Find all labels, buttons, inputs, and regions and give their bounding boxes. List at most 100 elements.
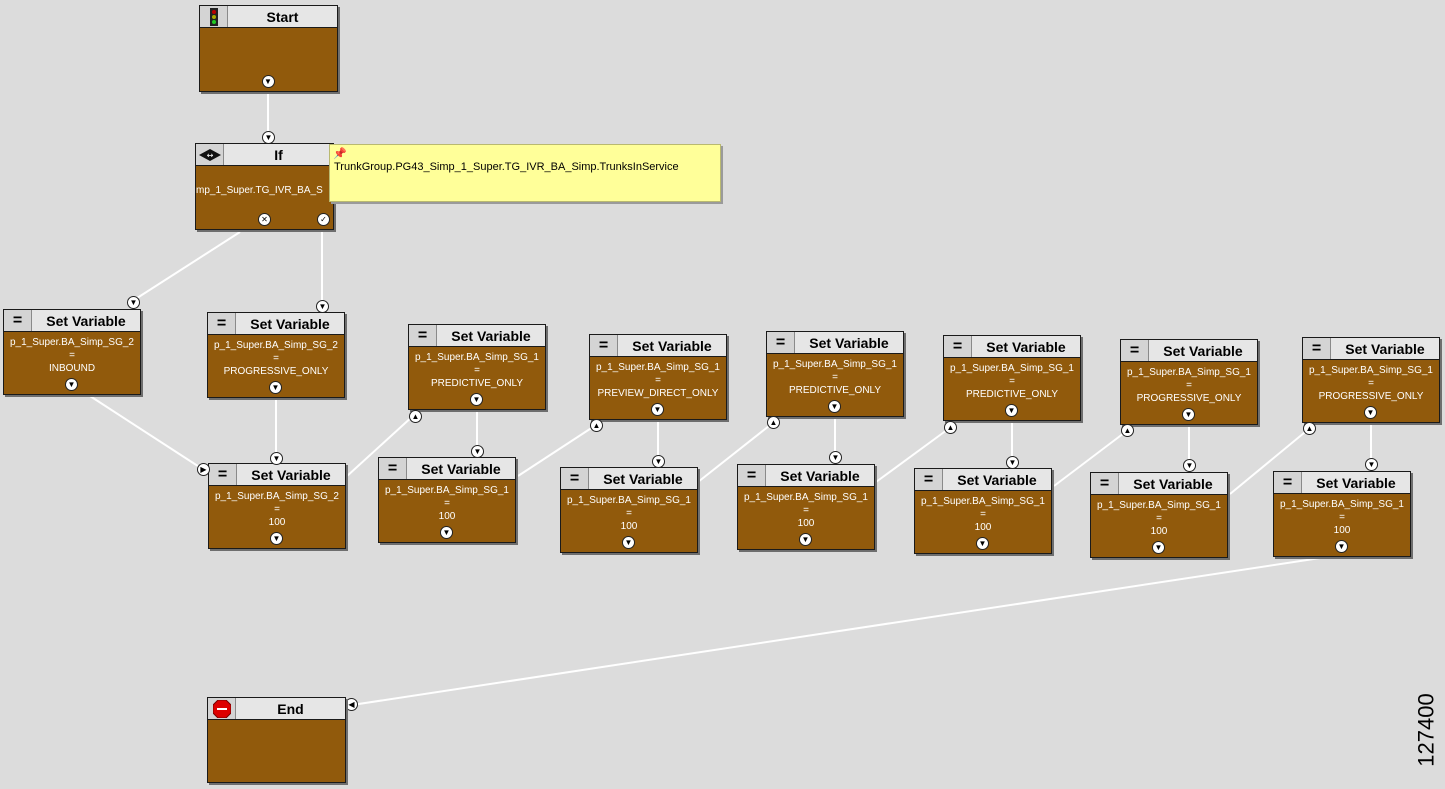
input-port[interactable]: ▼ — [1183, 459, 1196, 472]
start-node-header: Start — [200, 6, 337, 28]
output-port[interactable]: ▼ — [1005, 404, 1018, 417]
output-port[interactable]: ▼ — [828, 400, 841, 413]
node-body: p_1_Super.BA_Simp_SG_1 = 100 — [1091, 495, 1227, 538]
equals-icon: = — [409, 325, 437, 346]
output-port[interactable]: ▼ — [799, 533, 812, 546]
operator: = — [626, 508, 632, 519]
node-title: Set Variable — [780, 467, 860, 484]
input-port[interactable]: ▲ — [590, 419, 603, 432]
set-variable-node-7[interactable]: = Set Variable p_1_Super.BA_Simp_SG_1 = 100… — [560, 467, 698, 553]
node-title: Start — [266, 8, 299, 25]
variable-name: p_1_Super.BA_Simp_SG_1 — [415, 352, 539, 363]
output-port[interactable]: ▼ — [261, 75, 275, 88]
tooltip-text: TrunkGroup.PG43_Simp_1_Super.TG_IVR_BA_S… — [334, 161, 679, 173]
input-port[interactable]: ▼ — [471, 445, 484, 458]
input-port[interactable]: ▼ — [829, 451, 842, 464]
check-icon[interactable]: ✓ — [317, 213, 330, 226]
node-body: p_1_Super.BA_Simp_SG_1 = PREDICTIVE_ONLY — [767, 354, 903, 397]
output-port[interactable]: ▼ — [651, 403, 664, 416]
set-variable-node-12[interactable]: = Set Variable p_1_Super.BA_Simp_SG_1 = PRO… — [1120, 339, 1258, 425]
set-variable-node-10[interactable]: = Set Variable p_1_Super.BA_Simp_SG_1 = PRE… — [943, 335, 1081, 421]
input-port[interactable]: ▼ — [652, 455, 665, 468]
output-port[interactable]: ▼ — [1152, 541, 1165, 554]
input-port[interactable]: ▶ — [197, 463, 210, 476]
set-variable-node-3[interactable]: = Set Variable p_1_Super.BA_Simp_SG_2 = 100… — [208, 463, 346, 549]
node-title: Set Variable — [451, 327, 531, 344]
x-icon[interactable]: ✕ — [258, 213, 271, 226]
end-node-header: End — [208, 698, 345, 720]
set-variable-node-14[interactable]: = Set Variable p_1_Super.BA_Simp_SG_1 = PRO… — [1302, 337, 1440, 423]
input-port[interactable]: ▼ — [270, 452, 283, 465]
node-header: = Set Variable — [561, 468, 697, 490]
operator: = — [274, 504, 280, 515]
set-variable-node-6[interactable]: = Set Variable p_1_Super.BA_Simp_SG_1 = PRE… — [589, 334, 727, 420]
node-title: Set Variable — [250, 315, 330, 332]
output-port[interactable]: ▼ — [269, 381, 282, 394]
input-port[interactable]: ▲ — [1121, 424, 1134, 437]
start-node[interactable]: Start ▼ — [199, 5, 338, 92]
output-port[interactable]: ▼ — [65, 378, 78, 391]
input-port[interactable]: ▲ — [409, 410, 422, 423]
node-title: If — [274, 146, 283, 163]
set-variable-node-13[interactable]: = Set Variable p_1_Super.BA_Simp_SG_1 = 100… — [1090, 472, 1228, 558]
output-port[interactable]: ▼ — [270, 532, 283, 545]
set-variable-node-2[interactable]: = Set Variable p_1_Super.BA_Simp_SG_2 = PRO… — [207, 312, 345, 398]
input-port[interactable]: ▼ — [1365, 458, 1378, 471]
output-port[interactable]: ▼ — [1364, 406, 1377, 419]
variable-name: p_1_Super.BA_Simp_SG_1 — [744, 492, 868, 503]
input-port[interactable]: ▼ — [1006, 456, 1019, 469]
end-node[interactable]: End — [207, 697, 346, 783]
set-variable-node-1[interactable]: = Set Variable p_1_Super.BA_Simp_SG_2 = INB… — [3, 309, 141, 395]
assigned-value: 100 — [1150, 526, 1168, 537]
node-title: Set Variable — [421, 460, 501, 477]
variable-name: p_1_Super.BA_Simp_SG_1 — [385, 485, 509, 496]
set-variable-node-4[interactable]: = Set Variable p_1_Super.BA_Simp_SG_1 = PRE… — [408, 324, 546, 410]
operator: = — [444, 498, 450, 509]
node-body: p_1_Super.BA_Simp_SG_2 = 100 — [209, 486, 345, 529]
output-port[interactable]: ▼ — [622, 536, 635, 549]
node-title: Set Variable — [986, 338, 1066, 355]
set-variable-node-11[interactable]: = Set Variable p_1_Super.BA_Simp_SG_1 = 100… — [914, 468, 1052, 554]
set-variable-node-15[interactable]: = Set Variable p_1_Super.BA_Simp_SG_1 = 100… — [1273, 471, 1411, 557]
equals-icon: = — [209, 464, 237, 485]
wire-if-false-set1 — [133, 231, 241, 301]
input-port[interactable]: ▲ — [767, 416, 780, 429]
input-port[interactable]: ▲ — [1303, 422, 1316, 435]
variable-name: p_1_Super.BA_Simp_SG_1 — [1127, 367, 1251, 378]
node-header: = Set Variable — [738, 465, 874, 487]
output-port[interactable]: ▼ — [440, 526, 453, 539]
operator: = — [1368, 378, 1374, 389]
equals-icon: = — [944, 336, 972, 357]
assigned-value: PREVIEW_DIRECT_ONLY — [597, 388, 719, 399]
operator: = — [1009, 376, 1015, 387]
input-port[interactable]: ▼ — [127, 296, 140, 309]
wire-set15-end — [351, 554, 1341, 706]
node-title: Set Variable — [957, 471, 1037, 488]
node-body: p_1_Super.BA_Simp_SG_1 = 100 — [915, 491, 1051, 534]
node-title: Set Variable — [603, 470, 683, 487]
operator: = — [655, 375, 661, 386]
output-port[interactable]: ▼ — [470, 393, 483, 406]
equals-icon: = — [379, 458, 407, 479]
end-input-port[interactable]: ◀ — [345, 698, 358, 711]
set-variable-node-8[interactable]: = Set Variable p_1_Super.BA_Simp_SG_1 = PRE… — [766, 331, 904, 417]
node-title: Set Variable — [251, 466, 331, 483]
output-port[interactable]: ▼ — [976, 537, 989, 550]
operator: = — [980, 509, 986, 520]
equals-icon: = — [561, 468, 589, 489]
equals-icon: = — [590, 335, 618, 356]
equals-icon: = — [767, 332, 795, 353]
node-header: = Set Variable — [944, 336, 1080, 358]
variable-name: p_1_Super.BA_Simp_SG_2 — [214, 340, 338, 351]
output-port[interactable]: ▼ — [1335, 540, 1348, 553]
node-header: = Set Variable — [1303, 338, 1439, 360]
equals-icon: = — [208, 313, 236, 334]
set-variable-node-9[interactable]: = Set Variable p_1_Super.BA_Simp_SG_1 = 100… — [737, 464, 875, 550]
output-port[interactable]: ▼ — [1182, 408, 1195, 421]
if-node[interactable]: ↔ If mp_1_Super.TG_IVR_BA_S ✕ ✓ — [195, 143, 334, 230]
input-port[interactable]: ▲ — [944, 421, 957, 434]
set-variable-node-5[interactable]: = Set Variable p_1_Super.BA_Simp_SG_1 = 100… — [378, 457, 516, 543]
stop-sign-icon — [208, 698, 236, 719]
node-header: = Set Variable — [590, 335, 726, 357]
input-port[interactable]: ▼ — [316, 300, 329, 313]
